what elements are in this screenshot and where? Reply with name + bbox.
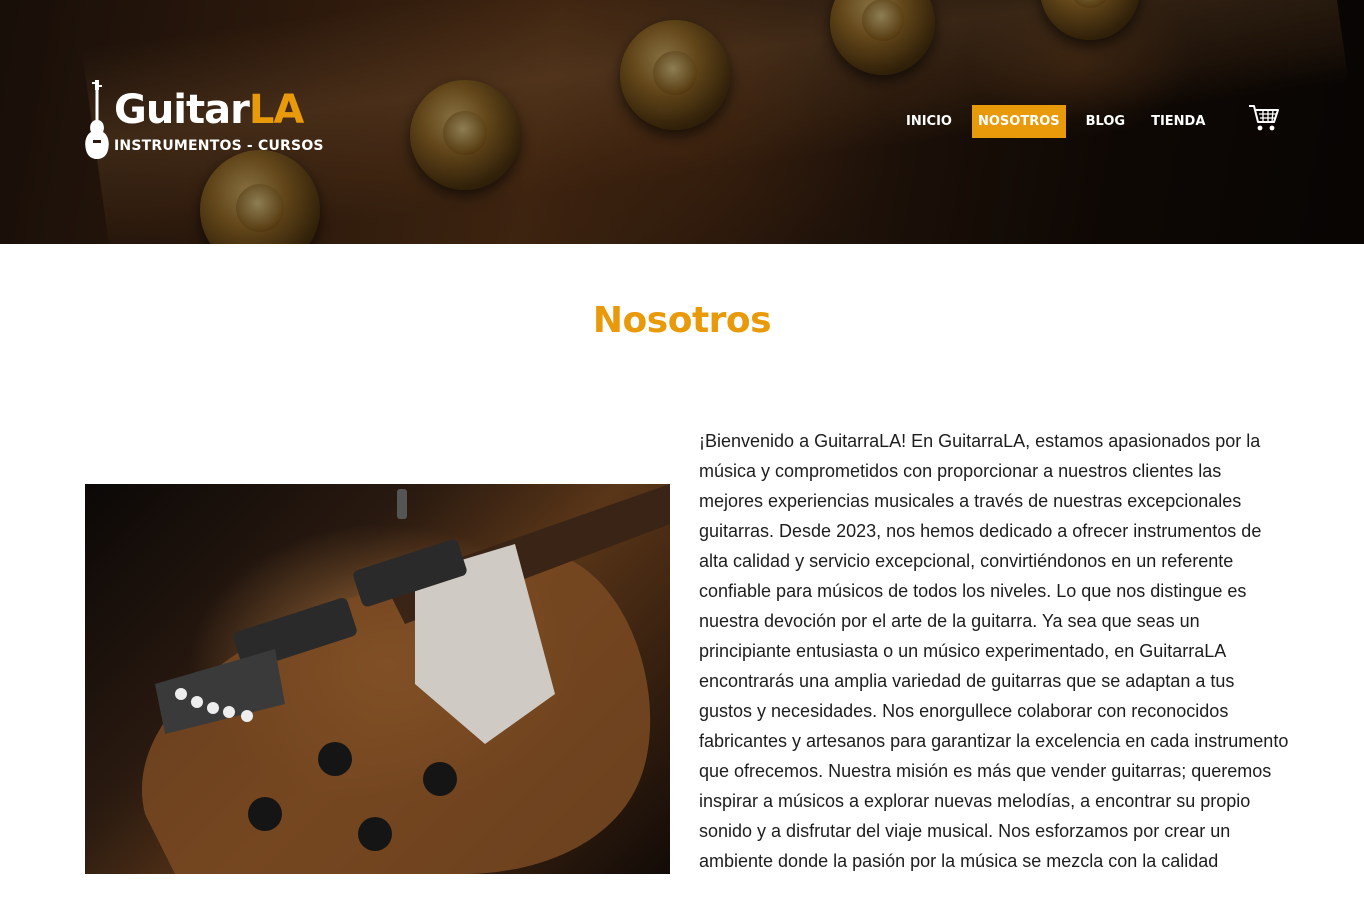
main-navigation: INICIO NOSOTROS BLOG TIENDA	[900, 105, 1225, 138]
guitar-icon	[85, 80, 109, 159]
brand-accent: LA	[248, 87, 304, 133]
brand-main: Guitar	[114, 87, 250, 133]
site-header: GuitarLA INSTRUMENTOS - CURSOS INICIO NO…	[0, 0, 1364, 244]
shopping-cart-icon[interactable]	[1248, 104, 1280, 132]
site-logo[interactable]: GuitarLA INSTRUMENTOS - CURSOS	[84, 78, 344, 160]
guitar-body-illustration	[141, 484, 670, 874]
brand-name: GuitarLA	[114, 87, 304, 133]
nav-item-tienda[interactable]: TIENDA	[1145, 105, 1211, 138]
page-title: Nosotros	[592, 300, 772, 341]
about-paragraph: ¡Bienvenido a GuitarraLA! En GuitarraLA,…	[699, 431, 1289, 871]
nav-item-inicio[interactable]: INICIO	[900, 105, 958, 138]
nav-item-blog[interactable]: BLOG	[1080, 105, 1131, 138]
brand-tagline: INSTRUMENTOS - CURSOS	[114, 138, 324, 154]
nav-item-nosotros[interactable]: NOSOTROS	[971, 105, 1066, 138]
about-guitar-image	[85, 484, 670, 874]
